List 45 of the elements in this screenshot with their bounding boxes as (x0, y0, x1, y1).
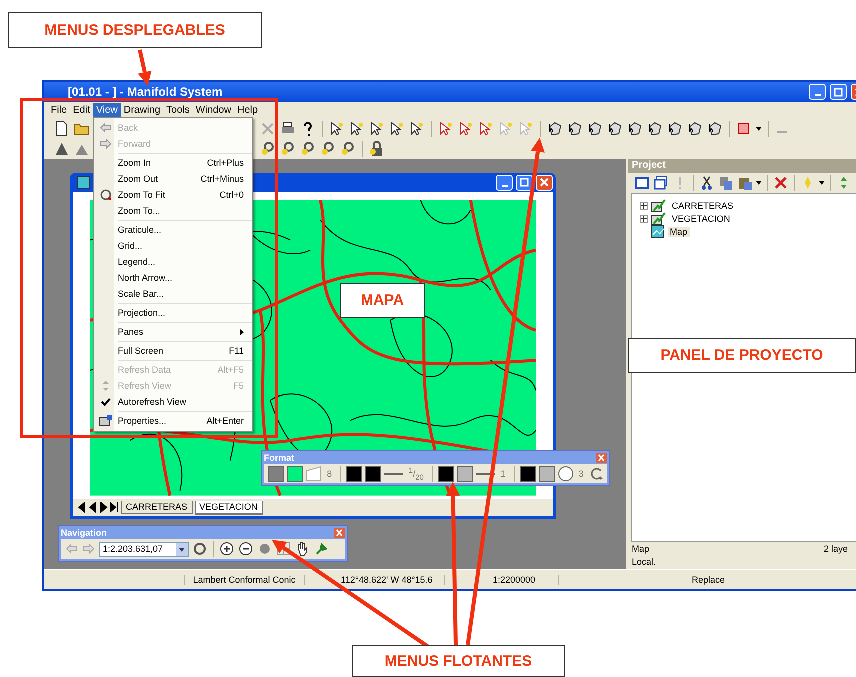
size-value: 8 (326, 468, 334, 478)
menu-item[interactable]: Zoom To... (94, 203, 252, 219)
menu-item[interactable]: Help (234, 103, 262, 118)
menu-item[interactable]: Full Screen F11 (94, 343, 252, 359)
tree-item[interactable]: Map (668, 227, 690, 237)
menu-item[interactable]: Zoom To Fit Ctrl+0 (94, 187, 252, 203)
scale-field[interactable]: 1:2.203.631,07 (99, 542, 189, 556)
size-value: 3 (578, 468, 585, 478)
menu-item[interactable]: View (93, 103, 121, 118)
menu-item[interactable]: Zoom Out Ctrl+Minus (94, 171, 252, 187)
menu-item[interactable]: Autorefresh View (94, 394, 252, 410)
status-field: Replace (558, 574, 856, 584)
component-location: Local. (632, 556, 658, 568)
menu-item[interactable]: Properties... Alt+Enter (94, 413, 252, 429)
menu-item[interactable]: Panes (94, 324, 252, 340)
status-field: 1:2200000 (444, 574, 558, 584)
menu-item[interactable]: Projection... (94, 305, 252, 321)
layer-count: 2 laye (824, 544, 848, 556)
menu-item[interactable]: North Arrow... (94, 270, 252, 286)
layer-tab[interactable]: CARRETERAS (121, 501, 193, 514)
panel-title: Project (628, 159, 856, 173)
menu-item[interactable]: Grid... (94, 238, 252, 254)
tree-item[interactable]: CARRETERAS (670, 201, 736, 211)
layer-tab[interactable]: VEGETACION (194, 500, 263, 514)
callout-label: MENUS FLOTANTES (352, 645, 565, 677)
menu-item[interactable]: Edit (70, 103, 94, 118)
toolbar-title: Navigation (61, 528, 108, 538)
status-field: Lambert Conformal Conic (184, 574, 304, 584)
menu-item[interactable]: Graticule... (94, 222, 252, 238)
callout-label: MAPA (340, 283, 425, 318)
toolbar-title: Format (264, 452, 295, 462)
callout-label: MENUS DESPLEGABLES (8, 12, 262, 48)
menu-item[interactable]: Legend... (94, 254, 252, 270)
component-name: Map (632, 544, 651, 556)
menu-item[interactable]: File (48, 103, 70, 118)
menu-item[interactable]: Drawing (120, 103, 164, 118)
callout-label: PANEL DE PROYECTO (628, 338, 856, 373)
size-value: 1 (500, 468, 507, 478)
status-field: 112°48.622' W 48°15.6 (304, 574, 444, 584)
tree-item[interactable]: VEGETACION (670, 214, 732, 224)
menu-item[interactable]: Window (192, 103, 234, 118)
menu-item[interactable]: Zoom In Ctrl+Plus (94, 155, 252, 171)
menu-item[interactable]: Tools (164, 103, 193, 118)
menu-item[interactable]: Scale Bar... (94, 286, 252, 302)
size-value: $^{1}$/$_{20}$ (408, 466, 425, 482)
